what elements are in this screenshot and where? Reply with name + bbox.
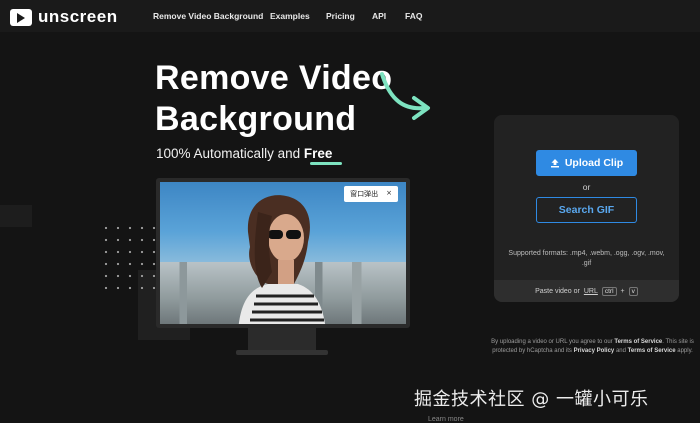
paste-url-bar[interactable]: Paste video or URL ctrl + v <box>494 280 679 302</box>
learn-more-link[interactable]: Learn more <box>428 416 464 423</box>
decorative-block <box>0 205 32 227</box>
top-navbar: unscreen Remove Video Background Example… <box>0 0 700 32</box>
preview-video[interactable]: 窗口弹出 × <box>160 182 406 324</box>
preview-monitor: 窗口弹出 × <box>156 178 410 328</box>
paste-url-link[interactable]: URL <box>584 288 598 295</box>
search-gif-button[interactable]: Search GIF <box>536 197 637 223</box>
terms-text-1: By uploading a video or URL you agree to… <box>491 339 615 345</box>
supported-formats: Supported formats: .mp4, .webm, .ogg, .o… <box>508 250 665 267</box>
terms-notice: By uploading a video or URL you agree to… <box>490 338 695 356</box>
hero-subtitle-prefix: 100% Automatically and <box>156 146 304 161</box>
nav-remove-video-background[interactable]: Remove Video Background <box>153 11 263 21</box>
terms-and: and <box>614 348 628 354</box>
nav-api[interactable]: API <box>372 11 386 21</box>
hero-subtitle: 100% Automatically and Free <box>156 146 332 161</box>
nav-examples[interactable]: Examples <box>270 11 310 21</box>
watermark-text: 掘金技术社区 @ 一罐小可乐 <box>414 389 649 410</box>
play-screen-icon <box>10 8 32 26</box>
popup-window-chip[interactable]: 窗口弹出 × <box>344 186 398 202</box>
brand-logo[interactable]: unscreen <box>10 7 118 27</box>
terms-apply: apply. <box>675 348 693 354</box>
close-icon[interactable]: × <box>386 189 392 199</box>
terms-of-service-link-2[interactable]: Terms of Service <box>628 348 676 354</box>
monitor-stand <box>248 328 316 350</box>
upload-icon <box>550 159 559 168</box>
brand-name: unscreen <box>38 7 118 26</box>
curved-arrow-icon <box>380 72 430 120</box>
hero-subtitle-free: Free <box>303 146 333 161</box>
kbd-plus: + <box>620 287 625 295</box>
popup-label: 窗口弹出 <box>350 190 379 198</box>
kbd-v: v <box>628 286 638 296</box>
upload-clip-label: Upload Clip <box>564 157 624 169</box>
or-separator: or <box>582 182 591 192</box>
privacy-policy-link[interactable]: Privacy Policy <box>574 348 615 354</box>
paste-prefix: Paste video or <box>535 287 580 295</box>
monitor-base <box>236 350 328 355</box>
nav-pricing[interactable]: Pricing <box>326 11 355 21</box>
person-figure <box>238 195 326 324</box>
kbd-ctrl: ctrl <box>601 286 617 296</box>
terms-of-service-link[interactable]: Terms of Service <box>614 339 662 345</box>
free-underline <box>310 162 342 165</box>
upload-clip-button[interactable]: Upload Clip <box>536 150 637 176</box>
decorative-dot-grid <box>100 222 160 298</box>
upload-panel: Upload Clip or Search GIF Supported form… <box>494 115 679 302</box>
nav-faq[interactable]: FAQ <box>405 11 422 21</box>
